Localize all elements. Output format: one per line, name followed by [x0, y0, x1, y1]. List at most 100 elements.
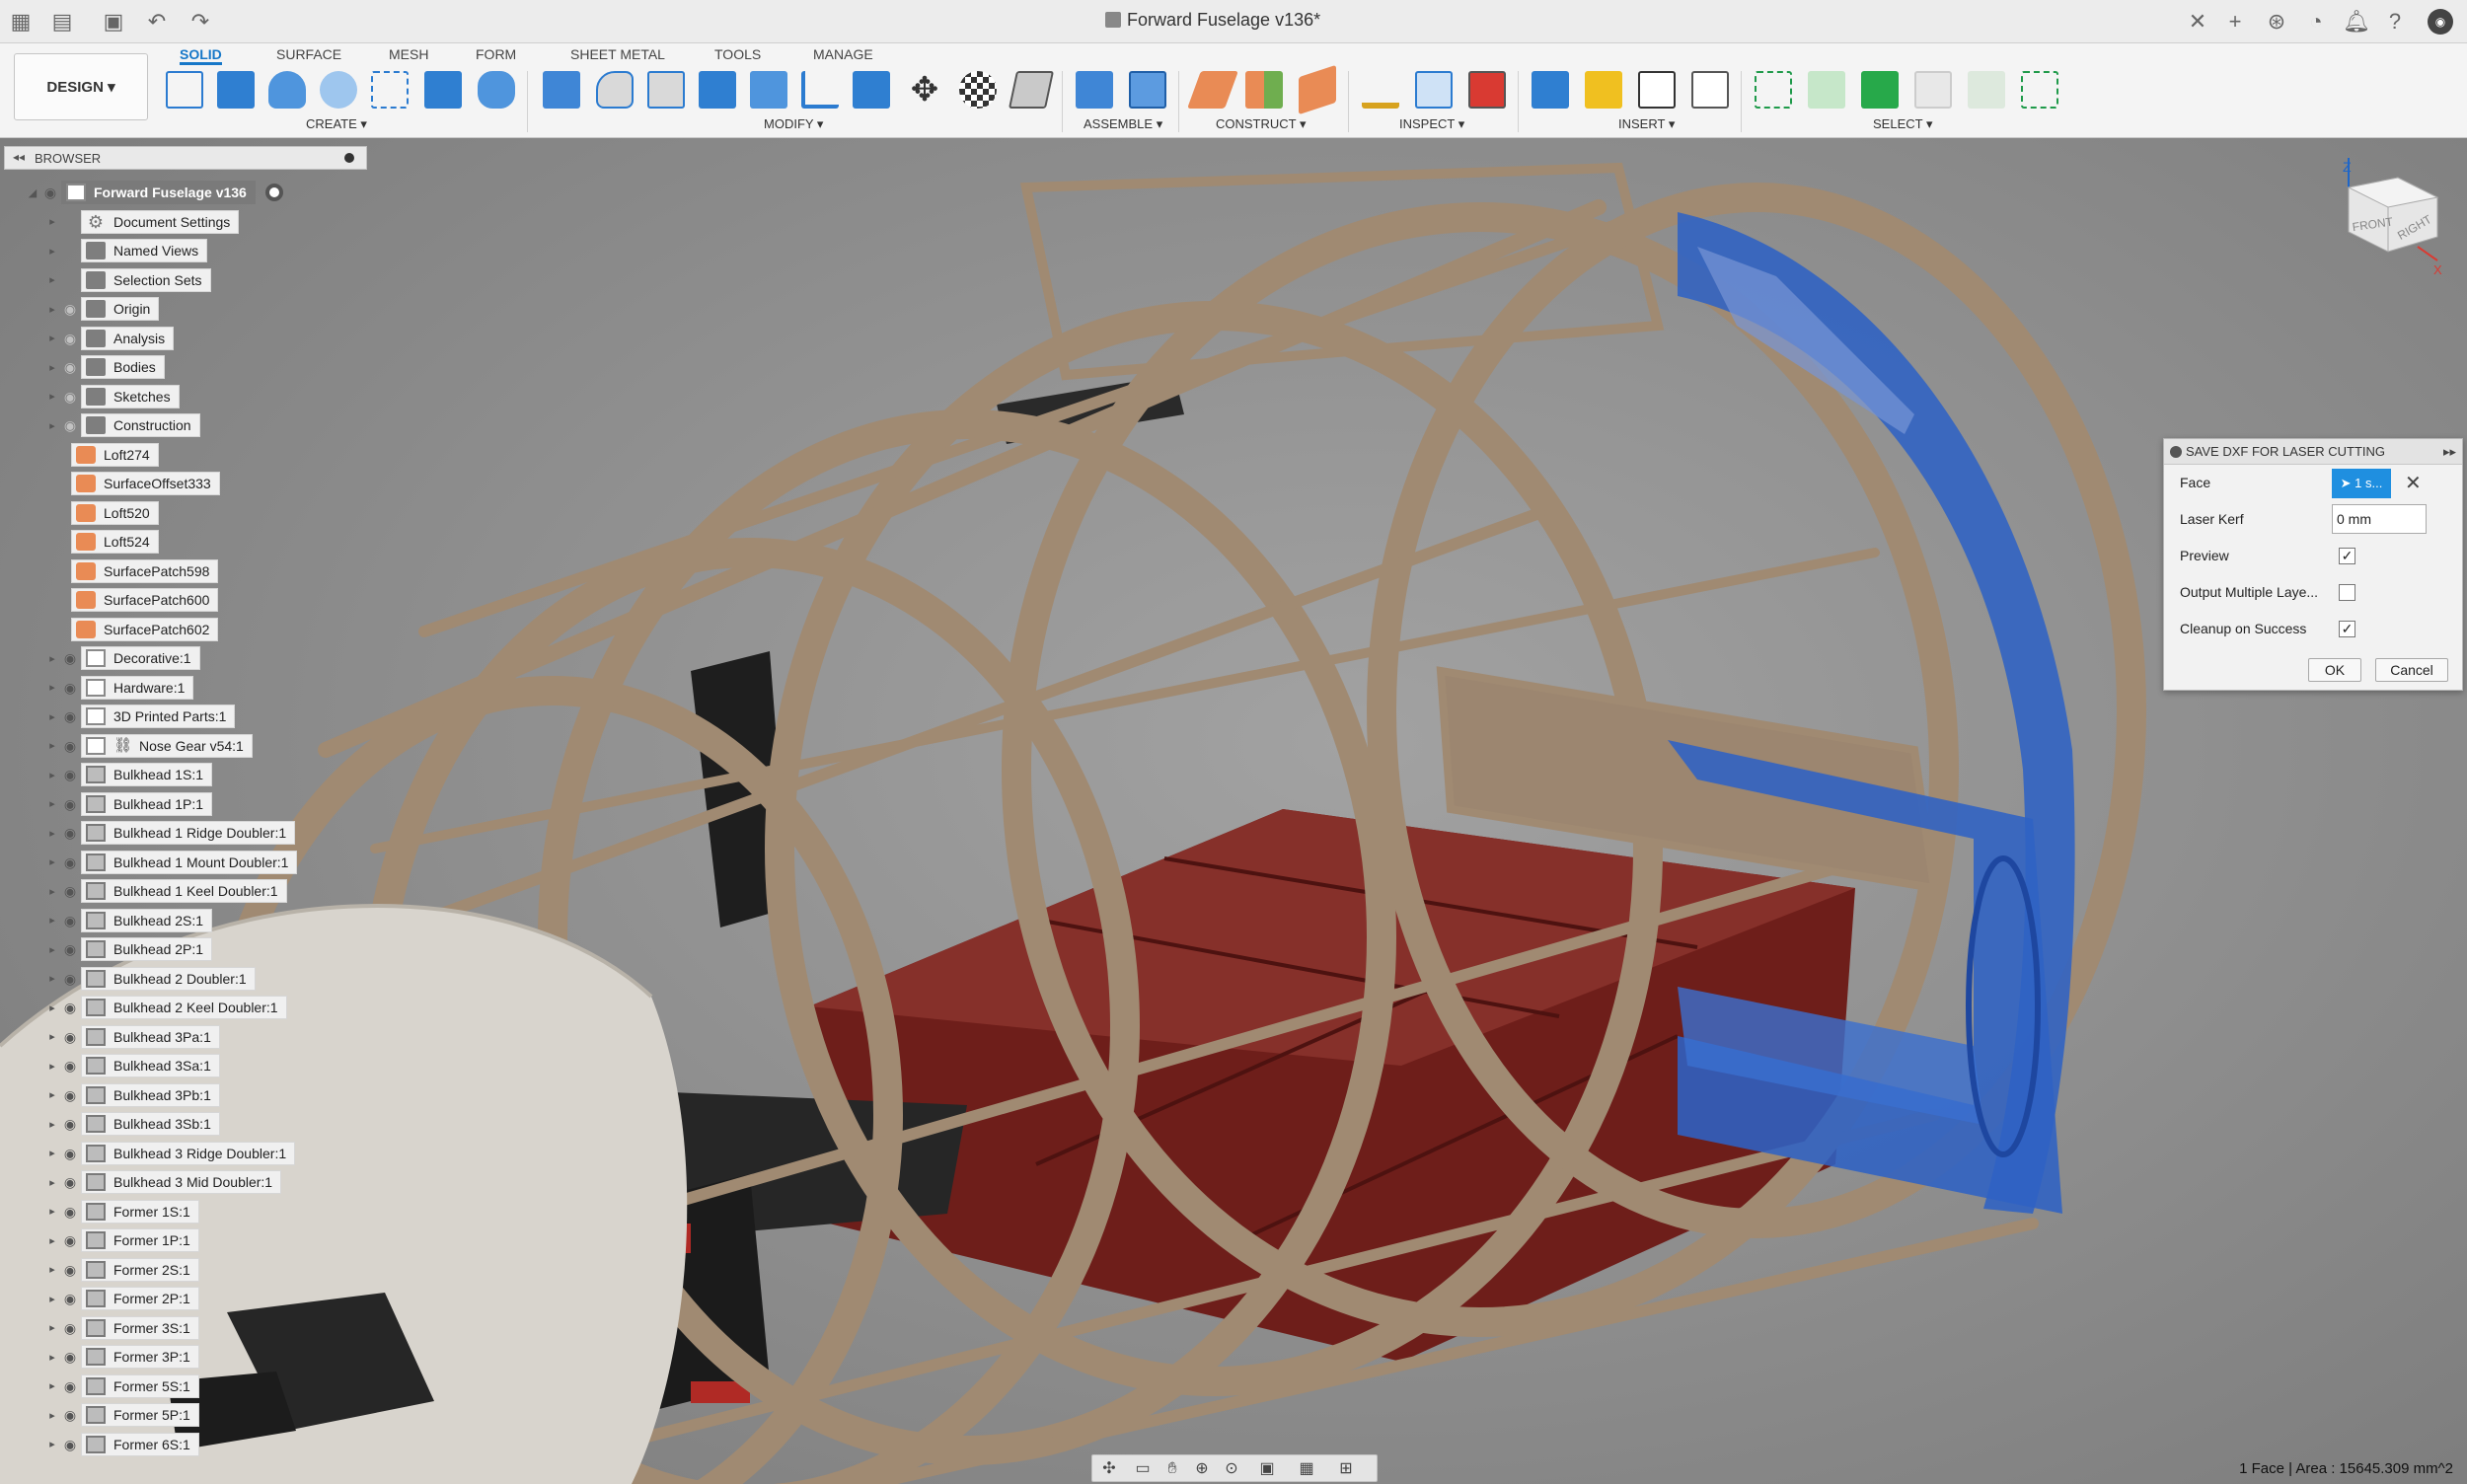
browser-tree-item[interactable]: ▸ ◉ Bulkhead 1 Mount Doubler:1	[45, 850, 298, 875]
user-avatar[interactable]: ◉	[2428, 9, 2453, 35]
visibility-eye-icon[interactable]: ◉	[59, 1171, 81, 1193]
browser-tree-item[interactable]: ▸ ◉ Bulkhead 3 Ridge Doubler:1	[45, 1141, 296, 1166]
browser-tree-item[interactable]: ▸ ◉ Former 2P:1	[45, 1286, 199, 1311]
browser-tree-item[interactable]: Loft274	[71, 442, 159, 468]
browser-tree-item[interactable]: ▸ ◉ Bulkhead 2S:1	[45, 908, 213, 933]
select-components-icon[interactable]	[1861, 71, 1899, 109]
expand-arrow-icon[interactable]: ▸	[45, 1293, 59, 1305]
browser-tree-item[interactable]: ▸ ◉ Bulkhead 3 Mid Doubler:1	[45, 1169, 282, 1195]
browser-tree-item[interactable]: SurfaceOffset333	[71, 471, 220, 496]
expand-arrow-icon[interactable]: ▸	[45, 1409, 59, 1422]
tree-item-chip[interactable]: Bulkhead 1P:1	[81, 791, 213, 816]
tree-item-chip[interactable]: SurfaceOffset333	[71, 472, 220, 495]
expand-arrow-icon[interactable]: ▸	[45, 245, 59, 258]
visibility-eye-icon[interactable]: ◉	[39, 182, 61, 203]
output-multiple-layers-checkbox[interactable]	[2339, 584, 2355, 601]
visibility-eye-icon[interactable]: ◉	[59, 298, 81, 320]
viewports-icon[interactable]: ⊞	[1335, 1458, 1357, 1480]
visibility-eye-icon[interactable]: ◉	[59, 968, 81, 990]
browser-tree-item[interactable]: Loft520	[71, 500, 159, 526]
visibility-eye-icon[interactable]: ◉	[59, 735, 81, 757]
orbit-icon[interactable]: ✣	[1098, 1458, 1120, 1480]
collapse-dialog-icon[interactable]	[2170, 446, 2182, 458]
expand-arrow-icon[interactable]: ▸	[45, 855, 59, 868]
expand-arrow-icon[interactable]: ▸	[45, 797, 59, 810]
shell-icon[interactable]	[699, 71, 736, 109]
group-construct[interactable]: CONSTRUCT ▾	[1216, 116, 1307, 132]
tree-item-chip[interactable]: Bulkhead 1 Ridge Doubler:1	[81, 821, 296, 845]
plane-at-angle-icon[interactable]	[1299, 64, 1336, 115]
visibility-eye-icon[interactable]: ◉	[59, 764, 81, 785]
tree-item-chip[interactable]: Bodies	[81, 355, 165, 379]
tree-item-chip[interactable]: SurfacePatch598	[71, 558, 219, 583]
visibility-eye-icon[interactable]: ◉	[59, 1201, 81, 1223]
tree-item-chip[interactable]: Bulkhead 1 Mount Doubler:1	[81, 850, 298, 874]
expand-arrow-icon[interactable]: ▸	[45, 215, 59, 228]
browser-tree-item[interactable]: ▸ ◉ Bulkhead 3Sb:1	[45, 1111, 220, 1137]
chamfer-icon[interactable]	[647, 71, 685, 109]
cylinder-icon[interactable]	[478, 71, 515, 109]
browser-tree-item[interactable]: ▸ ◉ Analysis	[45, 326, 175, 351]
combine-icon[interactable]	[750, 71, 787, 109]
group-insert[interactable]: INSERT ▾	[1618, 116, 1675, 132]
tree-item-chip[interactable]: Former 5S:1	[81, 1373, 199, 1398]
browser-tree-item[interactable]: SurfacePatch600	[71, 587, 219, 613]
visibility-eye-icon[interactable]: ◉	[59, 1259, 81, 1281]
measure-icon[interactable]	[1362, 71, 1399, 109]
collapse-arrow-icon[interactable]: ◢	[26, 186, 39, 199]
tree-item-chip[interactable]: Bulkhead 2S:1	[81, 908, 213, 932]
browser-tree-item[interactable]: ▸ ◉ Bulkhead 3Pa:1	[45, 1024, 220, 1050]
expand-arrow-icon[interactable]: ▸	[45, 1147, 59, 1159]
tab-mesh[interactable]: MESH	[389, 43, 428, 65]
selection-filter-icon[interactable]	[2021, 71, 2058, 109]
tree-item-chip[interactable]: Former 2P:1	[81, 1287, 199, 1310]
visibility-eye-icon[interactable]: ◉	[59, 386, 81, 408]
revolve-icon[interactable]	[268, 71, 306, 109]
expand-arrow-icon[interactable]: ▸	[45, 1321, 59, 1334]
new-tab-icon[interactable]: +	[2222, 9, 2248, 35]
visibility-eye-icon[interactable]: ◉	[59, 647, 81, 669]
tree-item-chip[interactable]: Bulkhead 1S:1	[81, 763, 213, 786]
visibility-eye-icon[interactable]: ◉	[59, 822, 81, 844]
interference-icon[interactable]	[1415, 71, 1453, 109]
expand-dialog-icon[interactable]: ▸▸	[2443, 439, 2456, 465]
new-component-icon[interactable]	[1076, 71, 1113, 109]
tree-item-chip[interactable]: ⚙ Document Settings	[81, 209, 240, 234]
select-faces-icon[interactable]	[1914, 71, 1952, 109]
tree-item-chip[interactable]: Bulkhead 3 Mid Doubler:1	[81, 1170, 282, 1194]
browser-tree-item[interactable]: ▸ ◉ Hardware:1	[45, 675, 194, 701]
tree-item-chip[interactable]: Former 3S:1	[81, 1315, 199, 1340]
expand-arrow-icon[interactable]: ▸	[45, 303, 59, 316]
cleanup-on-success-checkbox[interactable]: ✓	[2339, 621, 2355, 637]
tab-tools[interactable]: TOOLS	[714, 43, 761, 65]
visibility-eye-icon[interactable]: ◉	[59, 1434, 81, 1455]
browser-tree-item[interactable]: ▸ ◉ Sketches	[45, 384, 180, 409]
tree-item-chip[interactable]: Bulkhead 2P:1	[81, 937, 213, 961]
expand-arrow-icon[interactable]: ▸	[45, 1118, 59, 1131]
visibility-eye-icon[interactable]: ◉	[59, 1084, 81, 1106]
expand-arrow-icon[interactable]: ▸	[45, 1002, 59, 1014]
tree-item-chip[interactable]: Former 5P:1	[81, 1403, 199, 1427]
select-edges-icon[interactable]	[1968, 71, 2005, 109]
expand-arrow-icon[interactable]: ▸	[45, 1088, 59, 1101]
redo-icon[interactable]: ↷	[187, 9, 213, 35]
section-analysis-icon[interactable]	[1468, 71, 1506, 109]
tab-solid[interactable]: SOLID	[180, 43, 222, 65]
browser-tree-item[interactable]: ▸ ◉ ⛓ Nose Gear v54:1	[45, 733, 253, 759]
laser-kerf-input[interactable]: 0 mm	[2332, 504, 2427, 534]
appearance-icon[interactable]	[959, 71, 997, 109]
tab-manage[interactable]: MANAGE	[813, 43, 873, 65]
tree-item-chip[interactable]: Bulkhead 3 Ridge Doubler:1	[81, 1141, 296, 1165]
pan-icon[interactable]: ✋︎	[1161, 1458, 1183, 1480]
scale-icon[interactable]	[853, 71, 890, 109]
tree-item-chip[interactable]: Loft524	[71, 530, 159, 554]
cancel-button[interactable]: Cancel	[2375, 658, 2448, 682]
visibility-eye-icon[interactable]: ◉	[59, 1288, 81, 1309]
tree-item-chip[interactable]: Bulkhead 1 Keel Doubler:1	[81, 879, 287, 903]
insert-svg-icon[interactable]	[1585, 71, 1622, 109]
visibility-eye-icon[interactable]: ◉	[59, 1375, 81, 1397]
undo-icon[interactable]: ↶	[144, 9, 170, 35]
browser-tree-item[interactable]: ▸ ⚙ Document Settings	[45, 209, 240, 235]
tree-item-chip[interactable]: 3D Printed Parts:1	[81, 705, 236, 728]
look-at-icon[interactable]: ▭	[1132, 1458, 1154, 1480]
